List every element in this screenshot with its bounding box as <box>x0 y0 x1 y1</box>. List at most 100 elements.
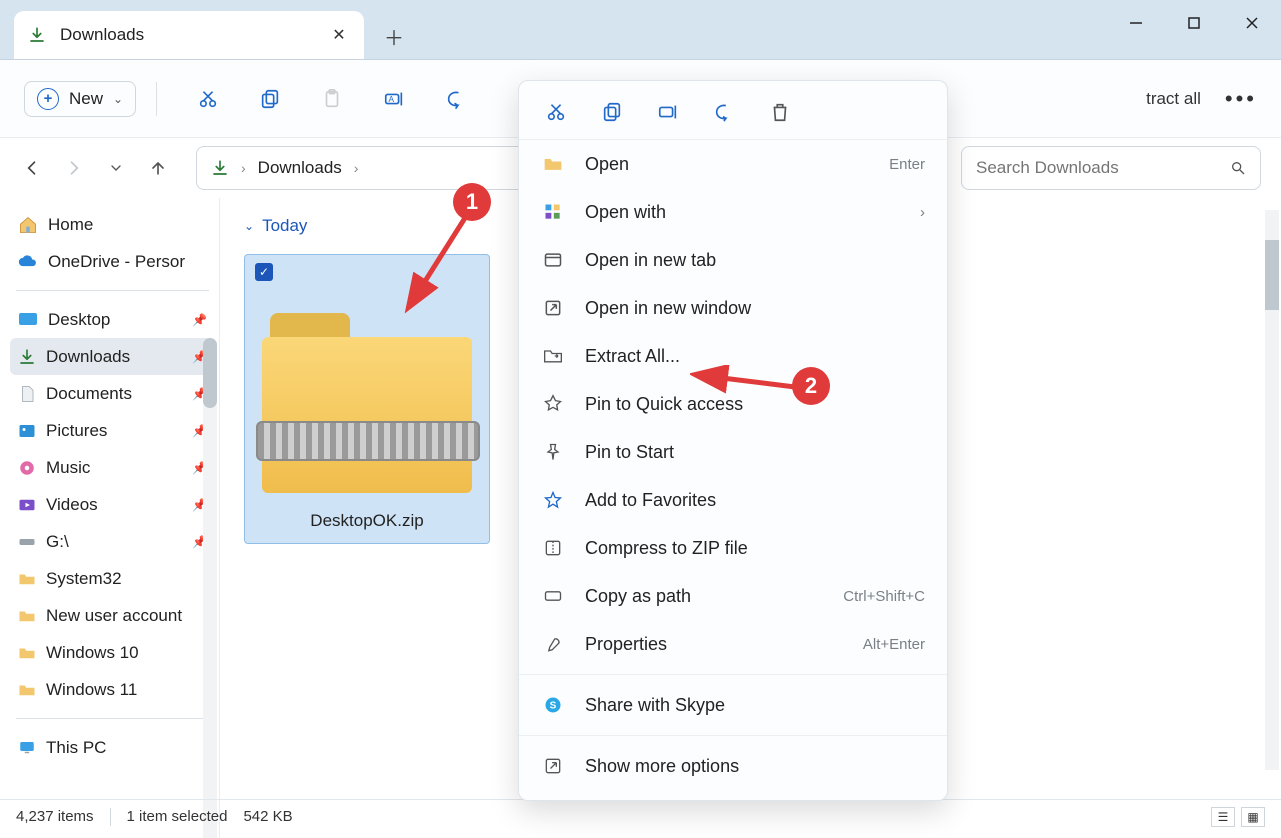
tab-downloads[interactable]: Downloads ✕ <box>14 11 364 59</box>
new-window-icon <box>541 298 565 318</box>
folder-icon <box>18 607 36 625</box>
plus-icon: + <box>37 88 59 110</box>
folder-open-icon <box>541 154 565 174</box>
sidebar: Home OneDrive - Persor Desktop📌 Download… <box>0 198 220 838</box>
recent-dropdown[interactable] <box>104 156 128 180</box>
ctx-compress[interactable]: Compress to ZIP file <box>519 524 947 572</box>
search-input[interactable] <box>976 158 1206 178</box>
home-icon <box>18 215 38 235</box>
up-button[interactable] <box>146 156 170 180</box>
maximize-button[interactable] <box>1165 0 1223 46</box>
zip-folder-icon <box>262 313 472 493</box>
ctx-skype[interactable]: S Share with Skype <box>519 681 947 729</box>
ctx-copy-path[interactable]: Copy as path Ctrl+Shift+C <box>519 572 947 620</box>
sidebar-divider <box>16 718 209 719</box>
download-icon <box>28 26 46 44</box>
cut-icon[interactable] <box>191 82 225 116</box>
view-grid-button[interactable]: ▦ <box>1241 807 1265 827</box>
search-icon[interactable] <box>1230 160 1246 176</box>
chevron-right-icon[interactable]: › <box>354 160 359 176</box>
sidebar-label: Downloads <box>46 347 130 367</box>
pictures-icon <box>18 422 36 440</box>
ctx-open[interactable]: OpenEnter <box>519 140 947 188</box>
extract-icon <box>541 346 565 366</box>
checkbox-checked-icon[interactable]: ✓ <box>255 263 273 281</box>
rename-icon[interactable] <box>655 99 681 125</box>
close-tab-icon[interactable]: ✕ <box>328 25 350 45</box>
sidebar-label: Music <box>46 458 90 478</box>
ctx-label: Share with Skype <box>585 695 725 716</box>
content-scrollbar[interactable] <box>1265 210 1279 770</box>
ctx-label: Copy as path <box>585 586 691 607</box>
rename-icon[interactable]: A <box>377 82 411 116</box>
sidebar-documents[interactable]: Documents📌 <box>10 375 215 412</box>
scrollbar-thumb[interactable] <box>203 338 217 408</box>
drive-icon <box>18 533 36 551</box>
forward-button[interactable] <box>62 156 86 180</box>
sidebar-music[interactable]: Music📌 <box>10 449 215 486</box>
ctx-properties[interactable]: PropertiesAlt+Enter <box>519 620 947 668</box>
sidebar-home[interactable]: Home <box>10 206 215 243</box>
ctx-favorites[interactable]: Add to Favorites <box>519 476 947 524</box>
cut-icon[interactable] <box>543 99 569 125</box>
context-menu-separator <box>519 735 947 736</box>
context-menu-quick-actions <box>519 91 947 140</box>
copy-icon[interactable] <box>599 99 625 125</box>
pin-icon: 📌 <box>192 313 207 327</box>
context-menu: OpenEnter Open with› Open in new tab Ope… <box>518 80 948 801</box>
sidebar-new-user[interactable]: New user account <box>10 597 215 634</box>
skype-icon: S <box>541 695 565 715</box>
sidebar-desktop[interactable]: Desktop📌 <box>10 301 215 338</box>
context-menu-separator <box>519 674 947 675</box>
status-count: 4,237 items <box>16 808 94 825</box>
group-label: Today <box>262 216 307 236</box>
desktop-icon <box>18 310 38 330</box>
scrollbar-thumb[interactable] <box>1265 240 1279 310</box>
sidebar-pictures[interactable]: Pictures📌 <box>10 412 215 449</box>
ctx-open-new-tab[interactable]: Open in new tab <box>519 236 947 284</box>
pin-icon <box>541 394 565 414</box>
share-icon[interactable] <box>439 82 473 116</box>
sidebar-label: OneDrive - Persor <box>48 252 185 272</box>
more-icon[interactable]: ••• <box>1225 86 1257 112</box>
ctx-label: Properties <box>585 634 667 655</box>
sidebar-scrollbar[interactable] <box>203 338 217 838</box>
svg-text:A: A <box>389 94 395 103</box>
delete-icon[interactable] <box>767 99 793 125</box>
sidebar-win10[interactable]: Windows 10 <box>10 634 215 671</box>
minimize-button[interactable] <box>1107 0 1165 46</box>
copy-icon[interactable] <box>253 82 287 116</box>
ctx-pin-start[interactable]: Pin to Start <box>519 428 947 476</box>
ctx-label: Open in new window <box>585 298 751 319</box>
sidebar-label: Windows 10 <box>46 643 139 663</box>
chevron-right-icon: › <box>920 204 925 221</box>
sidebar-win11[interactable]: Windows 11 <box>10 671 215 708</box>
new-tab-button[interactable]: ＋ <box>374 16 414 56</box>
sidebar-downloads[interactable]: Downloads📌 <box>10 338 215 375</box>
new-button[interactable]: + New ⌄ <box>24 81 136 117</box>
back-button[interactable] <box>20 156 44 180</box>
extract-all-label-cut[interactable]: tract all <box>1146 89 1201 109</box>
sidebar-system32[interactable]: System32 <box>10 560 215 597</box>
sidebar-drive-g[interactable]: G:\📌 <box>10 523 215 560</box>
tab-title: Downloads <box>60 25 314 45</box>
ctx-open-with[interactable]: Open with› <box>519 188 947 236</box>
hint: Ctrl+Shift+C <box>843 588 925 605</box>
search-box[interactable] <box>961 146 1261 190</box>
breadcrumb-current[interactable]: Downloads <box>258 158 342 178</box>
ctx-label: Show more options <box>585 756 739 777</box>
svg-text:S: S <box>550 700 557 711</box>
sidebar-label: System32 <box>46 569 122 589</box>
sidebar-videos[interactable]: Videos📌 <box>10 486 215 523</box>
sidebar-label: Windows 11 <box>46 680 137 700</box>
paste-icon[interactable] <box>315 82 349 116</box>
close-button[interactable] <box>1223 0 1281 46</box>
ctx-more-options[interactable]: Show more options <box>519 742 947 790</box>
view-details-button[interactable]: ☰ <box>1211 807 1235 827</box>
sidebar-onedrive[interactable]: OneDrive - Persor <box>10 243 215 280</box>
zip-icon <box>541 538 565 558</box>
ctx-open-new-window[interactable]: Open in new window <box>519 284 947 332</box>
share-icon[interactable] <box>711 99 737 125</box>
sidebar-this-pc[interactable]: This PC <box>10 729 215 766</box>
download-icon <box>211 159 229 177</box>
